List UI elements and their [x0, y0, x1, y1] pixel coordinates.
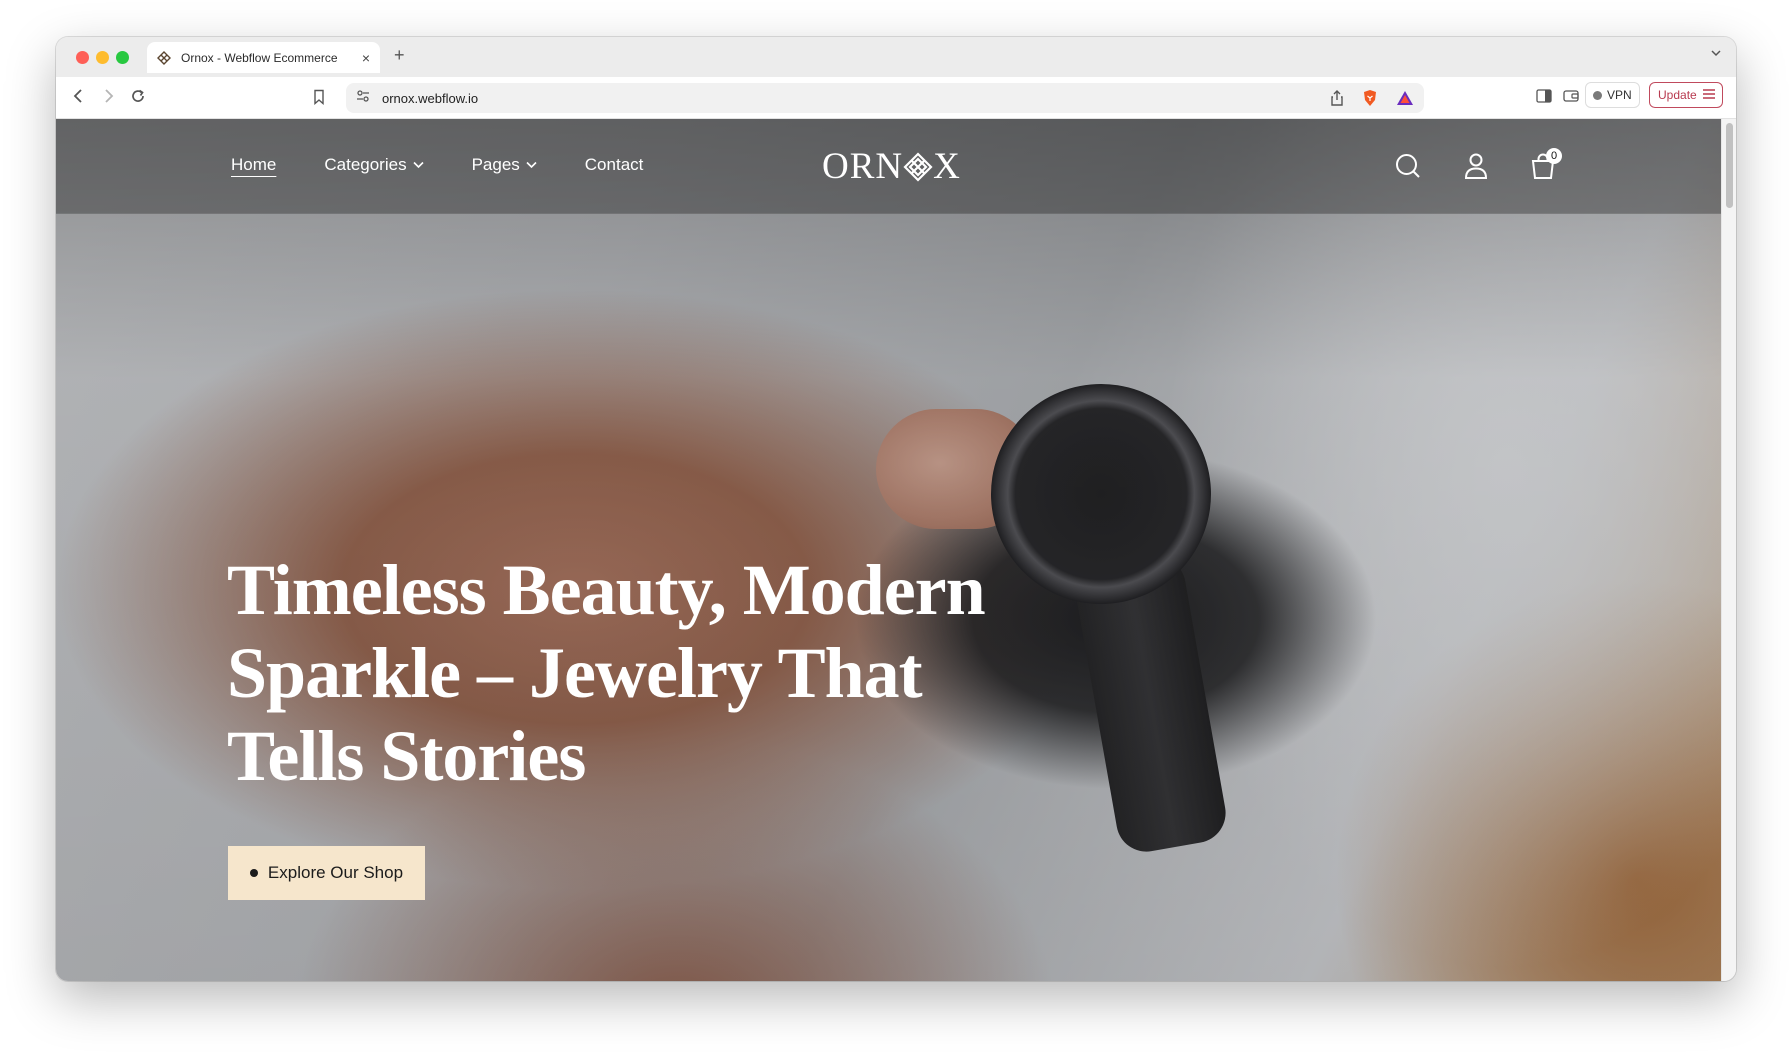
page-scrollbar[interactable]: [1721, 119, 1736, 981]
ornox-favicon-icon: [157, 50, 171, 65]
nav-item-home[interactable]: Home: [231, 155, 276, 175]
wallet-icon[interactable]: [1563, 89, 1579, 108]
new-tab-button[interactable]: +: [394, 45, 405, 66]
browser-toolbar: ornox.webflow.io VPN Update: [56, 77, 1736, 119]
nav-item-contact[interactable]: Contact: [585, 155, 644, 175]
cta-label: Explore Our Shop: [267, 863, 404, 882]
nav-label: Pages: [471, 155, 520, 174]
scrollbar-thumb[interactable]: [1726, 123, 1733, 208]
tab-list-chevron-icon[interactable]: [1710, 47, 1722, 62]
nav-label: Home: [231, 155, 277, 174]
address-bar[interactable]: ornox.webflow.io: [346, 83, 1424, 113]
main-nav: Home Categories Pages Contact: [231, 155, 643, 175]
menu-icon: [1702, 88, 1716, 103]
site-settings-icon[interactable]: [356, 89, 370, 108]
nav-label: Categories: [324, 155, 407, 174]
logo-text-right: X: [933, 146, 961, 187]
close-window-button[interactable]: [76, 51, 89, 64]
site-logo[interactable]: ORN X: [822, 145, 961, 188]
cart-button[interactable]: 0: [1530, 148, 1562, 185]
vpn-label: VPN: [1607, 88, 1632, 102]
explore-shop-button[interactable]: Explore Our Shop: [228, 846, 425, 900]
tab-ornox[interactable]: Ornox - Webflow Ecommerce ×: [147, 42, 380, 73]
reload-button[interactable]: [129, 87, 147, 110]
back-button[interactable]: [71, 87, 87, 110]
sidebar-toggle-icon[interactable]: [1536, 89, 1552, 108]
nav-item-pages[interactable]: Pages: [472, 155, 537, 175]
user-icon[interactable]: [1464, 152, 1488, 185]
brave-rewards-icon[interactable]: [1396, 90, 1414, 111]
update-button[interactable]: Update: [1649, 82, 1723, 108]
bookmark-icon[interactable]: [312, 89, 326, 110]
url-text: ornox.webflow.io: [382, 90, 479, 106]
search-icon[interactable]: [1394, 152, 1422, 185]
bullet-icon: [249, 869, 258, 877]
tab-title: Ornox - Webflow Ecommerce: [181, 50, 338, 65]
header-actions: 0: [1394, 148, 1562, 185]
nav-label: Contact: [584, 155, 644, 174]
vpn-button[interactable]: VPN: [1585, 82, 1640, 108]
tab-close-icon[interactable]: ×: [362, 50, 370, 66]
chevron-down-icon: [526, 161, 537, 169]
logo-diamond-icon: [903, 151, 933, 182]
cart-count-badge: 0: [1546, 148, 1562, 164]
brave-lion-icon[interactable]: [1362, 89, 1378, 112]
minimize-window-button[interactable]: [96, 51, 109, 64]
page-viewport: Home Categories Pages Contact ORN X 0 Ti…: [56, 119, 1721, 981]
tab-bar: Ornox - Webflow Ecommerce × +: [56, 37, 1736, 77]
browser-window: Ornox - Webflow Ecommerce × + ornox.webf…: [56, 37, 1736, 981]
chevron-down-icon: [413, 161, 424, 169]
forward-button[interactable]: [100, 87, 116, 110]
logo-text-left: ORN: [822, 146, 904, 187]
update-label: Update: [1658, 88, 1697, 102]
nav-item-categories[interactable]: Categories: [324, 155, 424, 175]
share-icon[interactable]: [1330, 90, 1344, 111]
hero-title: Timeless Beauty, Modern Sparkle – Jewelr…: [227, 550, 986, 796]
maximize-window-button[interactable]: [116, 51, 129, 64]
site-header: Home Categories Pages Contact ORN X 0: [56, 119, 1721, 214]
vpn-status-icon: [1593, 90, 1602, 100]
